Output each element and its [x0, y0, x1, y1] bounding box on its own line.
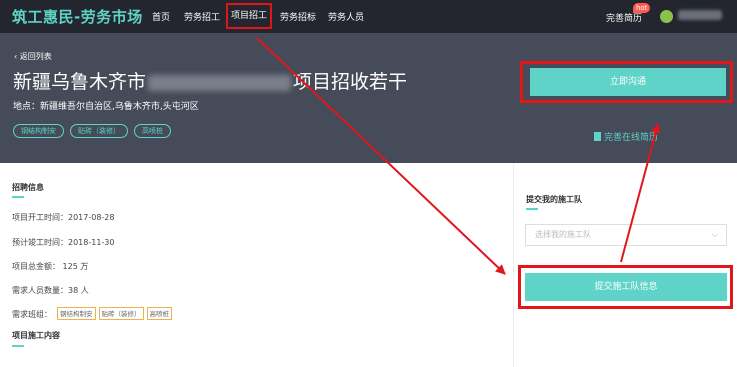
hot-badge: hot	[633, 3, 651, 13]
complete-online-resume-link[interactable]: 完善在线简历	[594, 130, 658, 143]
user-avatar[interactable]	[660, 10, 673, 23]
crew-tag-jet-pile: 高喷桩	[146, 307, 172, 320]
tag-tiling: 贴砖（装修）	[70, 124, 128, 138]
recruit-info-title: 招聘信息	[12, 183, 44, 192]
title-blurred-segment	[148, 74, 292, 91]
nav-item-labor-recruit[interactable]: 劳务招工	[184, 10, 220, 23]
tag-steel-structure: 钢结构制安	[13, 124, 64, 138]
top-navbar: 筑工惠民-劳务市场 首页 劳务招工 项目招工 劳务招标 劳务人员 完善简历 ho…	[0, 0, 737, 33]
project-location: 地点：新疆维吾尔自治区,乌鲁木齐市,头屯河区	[13, 102, 199, 112]
section-underline	[12, 196, 24, 198]
document-icon	[594, 132, 601, 141]
crew-select[interactable]: 选择我的施工队 ⌵	[525, 224, 727, 246]
section-underline	[526, 208, 538, 210]
crew-label: 需求班组：	[12, 310, 52, 319]
submit-crew-button[interactable]: 提交施工队信息	[525, 273, 727, 301]
tag-jet-pile: 高喷桩	[134, 124, 171, 138]
project-title: 新疆乌鲁木齐市 项目招收若干	[13, 71, 408, 93]
contact-now-button[interactable]: 立即沟通	[530, 68, 726, 96]
crew-tag-tiling: 贴砖（装修）	[98, 307, 144, 320]
chevron-down-icon: ⌵	[711, 230, 718, 239]
end-date-row: 预计竣工时间：2018-11-30	[12, 238, 115, 247]
nav-item-home[interactable]: 首页	[152, 10, 170, 23]
nav-item-labor-staff[interactable]: 劳务人员	[328, 10, 364, 23]
nav-item-labor-tender[interactable]: 劳务招标	[280, 10, 316, 23]
username-blurred[interactable]	[678, 10, 722, 20]
headcount-row: 需求人员数量：38 人	[12, 286, 89, 295]
start-date-row: 项目开工时间：2017-08-28	[12, 213, 115, 222]
section-underline	[12, 345, 24, 347]
site-logo[interactable]: 筑工惠民-劳务市场	[12, 6, 143, 27]
crew-tag-steel-structure: 钢结构制安	[57, 307, 96, 320]
total-amount-row: 项目总金额： 125 万	[12, 262, 89, 271]
submit-crew-title: 提交我的施工队	[526, 195, 582, 204]
crew-tags: 钢结构制安 贴砖（装修） 高喷桩	[57, 307, 172, 320]
project-tags: 钢结构制安 贴砖（装修） 高喷桩	[13, 124, 171, 138]
project-content-title: 项目施工内容	[12, 331, 60, 340]
back-to-list-link[interactable]: ‹ 返回列表	[14, 51, 52, 62]
nav-item-project-recruit[interactable]: 项目招工	[226, 3, 273, 29]
